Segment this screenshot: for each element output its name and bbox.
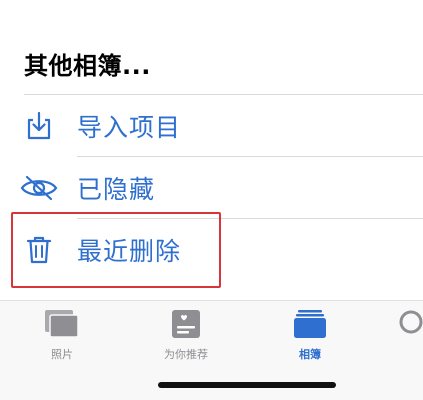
tab-label: 为你推荐 — [164, 348, 208, 361]
tab-albums[interactable]: 相簿 — [270, 307, 350, 363]
hidden-eye-icon — [18, 171, 60, 205]
search-icon — [392, 307, 423, 341]
list-item-hidden[interactable]: 已隐藏 — [0, 157, 423, 219]
section-title: 其他相簿... — [24, 52, 151, 80]
tab-label: 照片 — [51, 348, 73, 361]
home-indicator — [158, 382, 336, 388]
tab-search-partial[interactable] — [392, 307, 423, 363]
for-you-icon — [166, 307, 206, 341]
list-item-import[interactable]: 导入项目 — [0, 95, 423, 157]
albums-icon — [290, 307, 330, 341]
list-item-label: 导入项目 — [77, 113, 182, 142]
photos-icon — [42, 307, 82, 341]
albums-screen: 其他相簿... 导入项目 已隐藏 最近删除 照片 为你推荐 相簿 — [0, 0, 423, 400]
list-item-label: 已隐藏 — [77, 175, 156, 204]
tab-photos[interactable]: 照片 — [22, 307, 102, 363]
highlight-annotation — [11, 212, 221, 288]
tab-for-you[interactable]: 为你推荐 — [146, 307, 226, 363]
tab-label: 相簿 — [299, 348, 321, 361]
import-icon — [22, 109, 56, 143]
